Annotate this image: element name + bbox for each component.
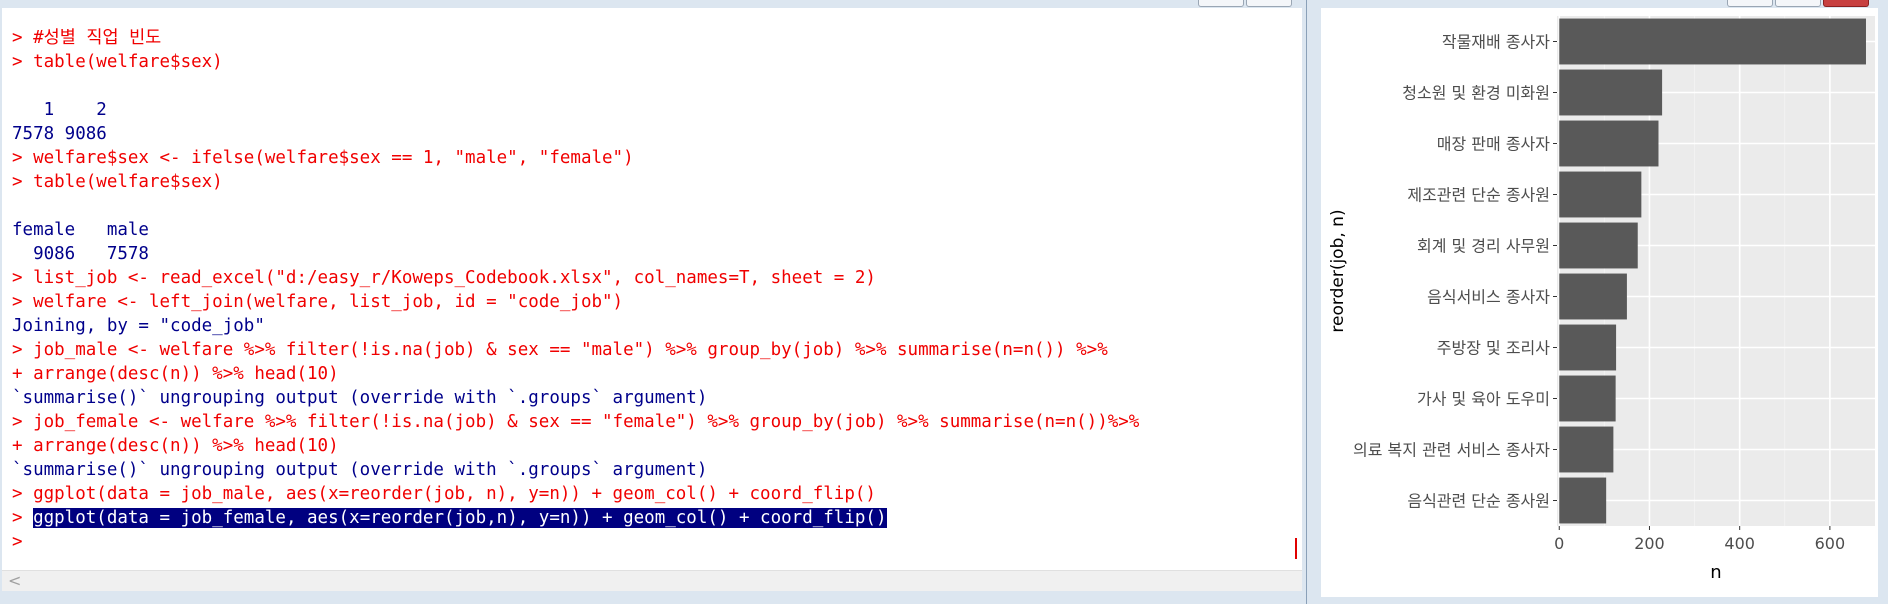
x-axis-title: n bbox=[1710, 562, 1721, 583]
console-output-line: `summarise()` ungrouping output (overrid… bbox=[12, 388, 708, 408]
bar bbox=[1559, 222, 1638, 269]
console-command-line: > welfare <- left_join(welfare, list_job… bbox=[12, 292, 624, 312]
scroll-left-arrow-icon[interactable]: < bbox=[8, 571, 21, 591]
console-command-line: > ggplot(data = job_male, aes(x=reorder(… bbox=[12, 484, 876, 504]
plot-maximize-button[interactable] bbox=[1775, 0, 1821, 7]
y-tick-label: 주방장 및 조리사 bbox=[1437, 339, 1550, 358]
y-tick-label: 회계 및 경리 사무원 bbox=[1417, 237, 1550, 256]
console-output-line: `summarise()` ungrouping output (overrid… bbox=[12, 460, 708, 480]
y-tick-label: 매장 판매 종사자 bbox=[1437, 135, 1550, 154]
y-tick-label: 음식관련 단순 종사원 bbox=[1407, 492, 1550, 511]
console-selected-line: > ggplot(data = job_female, aes(x=reorde… bbox=[12, 506, 887, 530]
console-command-line: > welfare$sex <- ifelse(welfare$sex == 1… bbox=[12, 148, 634, 168]
bar bbox=[1559, 18, 1866, 65]
r-console-window: > #성별 직업 빈도 > table(welfare$sex) 1 2 7578 … bbox=[0, 0, 1307, 604]
bar bbox=[1559, 426, 1614, 473]
console-prompt: > bbox=[12, 508, 34, 528]
plot-minimize-button[interactable] bbox=[1727, 0, 1773, 7]
y-tick-label: 가사 및 육아 도우미 bbox=[1417, 390, 1550, 409]
bar-chart: 작물재배 종사자청소원 및 환경 미화원매장 판매 종사자제조관련 단순 종사원… bbox=[1328, 16, 1875, 583]
console-command-line: > job_female <- welfare %>% filter(!is.n… bbox=[12, 412, 1140, 432]
x-tick-label: 600 bbox=[1815, 534, 1846, 553]
text-cursor bbox=[1295, 538, 1297, 559]
r-graphics-window: 작물재배 종사자청소원 및 환경 미화원매장 판매 종사자제조관련 단순 종사원… bbox=[1312, 0, 1888, 604]
console-output-line: 7578 9086 bbox=[12, 124, 107, 144]
x-tick-label: 0 bbox=[1554, 534, 1564, 553]
x-tick-label: 400 bbox=[1724, 534, 1755, 553]
console-command-line: + arrange(desc(n)) %>% head(10) bbox=[12, 436, 339, 456]
console-command-line: > bbox=[12, 532, 23, 552]
console-command-line: > job_male <- welfare %>% filter(!is.na(… bbox=[12, 340, 1108, 360]
console-output-line: 9086 7578 bbox=[12, 244, 149, 264]
bar bbox=[1559, 324, 1617, 371]
console-output-line: 1 2 bbox=[12, 100, 107, 120]
bar bbox=[1559, 69, 1663, 116]
y-tick-label: 음식서비스 종사자 bbox=[1427, 288, 1550, 307]
console-command-line: + arrange(desc(n)) %>% head(10) bbox=[12, 364, 339, 384]
selected-command-text: ggplot(data = job_female, aes(x=reorder(… bbox=[33, 508, 887, 528]
console-output-line: female male bbox=[12, 220, 149, 240]
bar bbox=[1559, 171, 1642, 218]
console-command-line: > table(welfare$sex) bbox=[12, 172, 223, 192]
bar bbox=[1559, 120, 1659, 167]
console-maximize-button[interactable] bbox=[1246, 0, 1292, 7]
bar bbox=[1559, 375, 1616, 422]
console-text-area[interactable]: > #성별 직업 빈도 > table(welfare$sex) 1 2 7578 … bbox=[2, 8, 1302, 570]
y-tick-label: 의료 복지 관련 서비스 종사자 bbox=[1353, 441, 1550, 460]
console-command-line: > #성별 직업 빈도 bbox=[12, 28, 162, 48]
plot-close-button[interactable] bbox=[1823, 0, 1869, 7]
plot-area: 작물재배 종사자청소원 및 환경 미화원매장 판매 종사자제조관련 단순 종사원… bbox=[1321, 8, 1878, 597]
y-tick-label: 제조관련 단순 종사원 bbox=[1407, 186, 1550, 205]
y-tick-label: 청소원 및 환경 미화원 bbox=[1402, 84, 1550, 103]
horizontal-scrollbar[interactable]: < bbox=[2, 570, 1302, 591]
y-tick-label: 작물재배 종사자 bbox=[1442, 33, 1550, 52]
bar bbox=[1559, 477, 1607, 524]
y-axis-title: reorder(job, n) bbox=[1328, 209, 1348, 332]
x-tick-label: 200 bbox=[1634, 534, 1665, 553]
console-command-line: > list_job <- read_excel("d:/easy_r/Kowe… bbox=[12, 268, 876, 288]
console-output-line: Joining, by = "code_job" bbox=[12, 316, 265, 336]
console-title-strip bbox=[0, 0, 1306, 8]
console-minimize-button[interactable] bbox=[1198, 0, 1244, 7]
console-command-line: > table(welfare$sex) bbox=[12, 52, 223, 72]
bar bbox=[1559, 273, 1627, 320]
